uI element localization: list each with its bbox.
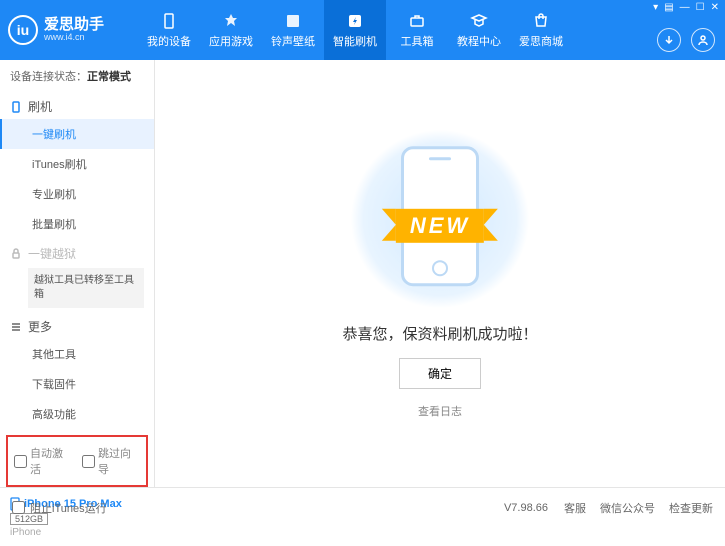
options-box: 自动激活 跳过向导 (6, 435, 148, 487)
minimize-icon[interactable]: — (680, 2, 690, 13)
top-nav: 我的设备 应用游戏 铃声壁纸 智能刷机 工具箱 教程中心 爱思商城 (138, 0, 572, 60)
skin-icon[interactable]: ▤ (664, 2, 673, 13)
sidebar-item-other[interactable]: 其他工具 (0, 339, 154, 369)
lock-icon (10, 248, 22, 260)
jailbreak-note: 越狱工具已转移至工具箱 (28, 268, 144, 308)
sidebar-item-advanced[interactable]: 高级功能 (0, 399, 154, 429)
nav-tutorial[interactable]: 教程中心 (448, 0, 510, 60)
sidebar-item-itunes[interactable]: iTunes刷机 (0, 149, 154, 179)
phone-icon (10, 101, 22, 113)
download-button[interactable] (657, 28, 681, 52)
main-content: NEW 恭喜您，保资料刷机成功啦！ 确定 查看日志 (155, 60, 725, 487)
device-type: iPhone (10, 527, 144, 538)
section-flash[interactable]: 刷机 (0, 92, 154, 119)
section-jailbreak: 一键越狱 (0, 239, 154, 266)
store-icon (531, 11, 551, 31)
ringtone-icon (283, 11, 303, 31)
block-itunes-checkbox[interactable]: 阻止iTunes运行 (12, 500, 107, 516)
maximize-icon[interactable]: ☐ (696, 2, 705, 13)
nav-toolbox[interactable]: 工具箱 (386, 0, 448, 60)
list-icon (10, 321, 22, 333)
nav-my-device[interactable]: 我的设备 (138, 0, 200, 60)
connection-status: 设备连接状态：正常模式 (0, 60, 154, 92)
toolbox-icon (407, 11, 427, 31)
flash-icon (345, 11, 365, 31)
nav-ringtone[interactable]: 铃声壁纸 (262, 0, 324, 60)
sidebar-item-batch[interactable]: 批量刷机 (0, 209, 154, 239)
sidebar-item-download[interactable]: 下载固件 (0, 369, 154, 399)
nav-apps[interactable]: 应用游戏 (200, 0, 262, 60)
footer-link-wechat[interactable]: 微信公众号 (600, 500, 655, 516)
new-ribbon: NEW (396, 208, 484, 242)
app-logo: iu 爱思助手 www.i4.cn (8, 15, 138, 45)
sidebar-item-pro[interactable]: 专业刷机 (0, 179, 154, 209)
apps-icon (221, 11, 241, 31)
device-icon (159, 11, 179, 31)
section-more[interactable]: 更多 (0, 312, 154, 339)
sidebar: 设备连接状态：正常模式 刷机 一键刷机 iTunes刷机 专业刷机 批量刷机 一… (0, 60, 155, 487)
auto-activate-checkbox[interactable]: 自动激活 (14, 445, 72, 477)
view-log-link[interactable]: 查看日志 (418, 403, 462, 419)
sidebar-item-oneclick[interactable]: 一键刷机 (0, 119, 154, 149)
nav-flash[interactable]: 智能刷机 (324, 0, 386, 60)
user-button[interactable] (691, 28, 715, 52)
menu-icon[interactable]: ▾ (653, 2, 658, 13)
app-name: 爱思助手 (44, 17, 104, 34)
success-message: 恭喜您，保资料刷机成功啦！ (342, 323, 537, 344)
close-icon[interactable]: ✕ (711, 2, 719, 13)
success-illustration: NEW (350, 129, 530, 309)
footer-link-service[interactable]: 客服 (564, 500, 586, 516)
skip-setup-checkbox[interactable]: 跳过向导 (82, 445, 140, 477)
tutorial-icon (469, 11, 489, 31)
footer-link-update[interactable]: 检查更新 (669, 500, 713, 516)
nav-store[interactable]: 爱思商城 (510, 0, 572, 60)
version-label: V7.98.66 (504, 502, 548, 514)
logo-icon: iu (8, 15, 38, 45)
ok-button[interactable]: 确定 (399, 358, 481, 389)
app-url: www.i4.cn (44, 33, 104, 43)
